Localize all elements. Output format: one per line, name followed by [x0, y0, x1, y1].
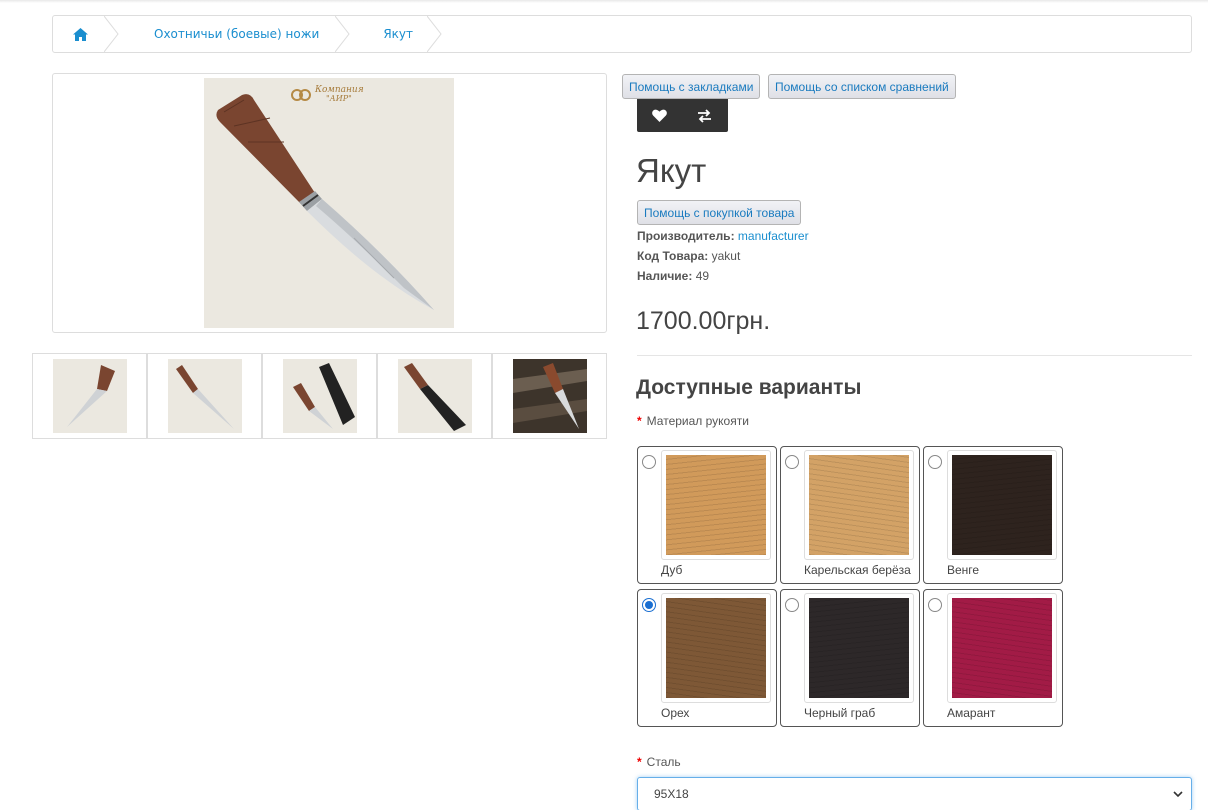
handle-option[interactable]: Амарант	[923, 589, 1063, 727]
option-radio[interactable]	[642, 455, 656, 469]
wood-swatch	[809, 598, 909, 698]
thumbnail-image	[168, 359, 242, 433]
wood-swatch	[666, 598, 766, 698]
steel-label: * Сталь	[637, 755, 681, 769]
required-mark: *	[637, 755, 642, 769]
wood-swatch	[666, 455, 766, 555]
wood-swatch	[809, 455, 909, 555]
product-code-info: Код Товара: yakut	[637, 249, 740, 263]
breadcrumb-separator	[335, 16, 361, 52]
option-label: Венге	[947, 563, 980, 577]
thumbnail-1[interactable]	[32, 353, 147, 439]
thumbnail-3[interactable]	[262, 353, 377, 439]
product-title: Якут	[636, 152, 707, 189]
handle-option[interactable]: Карельская берёза	[780, 446, 920, 584]
option-label: Амарант	[947, 706, 996, 720]
product-price: 1700.00грн.	[636, 307, 771, 335]
main-product-image[interactable]: Компания "АИР"	[52, 73, 607, 333]
manufacturer-label: Производитель:	[637, 229, 735, 243]
option-radio[interactable]	[928, 455, 942, 469]
option-swatch-frame	[661, 450, 771, 560]
handle-option[interactable]: Дуб	[637, 446, 777, 584]
thumbnail-image	[398, 359, 472, 433]
add-to-compare-button[interactable]	[682, 99, 727, 132]
breadcrumb-product[interactable]: Якут	[361, 16, 433, 52]
option-radio[interactable]	[785, 598, 799, 612]
compare-help-button[interactable]: Помощь со списком сравнений	[768, 74, 956, 99]
thumbnail-image	[283, 359, 357, 433]
thumbnail-4[interactable]	[377, 353, 492, 439]
option-swatch-frame	[804, 450, 914, 560]
home-icon	[73, 27, 88, 41]
handle-material-label-text: Материал рукояти	[646, 414, 749, 428]
breadcrumb-separator	[427, 16, 453, 52]
option-label: Орех	[661, 706, 690, 720]
options-title: Доступные варианты	[636, 376, 862, 399]
thumbnail-5[interactable]	[492, 353, 607, 439]
bookmarks-help-button[interactable]: Помощь с закладками	[622, 74, 761, 99]
manufacturer-link[interactable]: manufacturer	[738, 229, 809, 243]
required-mark: *	[637, 414, 642, 428]
heart-icon	[652, 109, 667, 122]
breadcrumb-home[interactable]	[53, 16, 110, 52]
thumbnail-strip	[32, 353, 607, 439]
steel-select[interactable]: 95Х18	[637, 777, 1192, 810]
breadcrumb: Охотничьи (боевые) ножи Якут	[52, 15, 1192, 53]
stock-value: 49	[695, 269, 710, 283]
option-radio[interactable]	[785, 455, 799, 469]
add-to-wishlist-button[interactable]	[637, 99, 682, 132]
steel-selected-value: 95Х18	[654, 787, 689, 801]
purchase-help-button[interactable]: Помощь с покупкой товара	[637, 200, 802, 225]
handle-material-label: * Материал рукояти	[637, 414, 749, 428]
product-code-value: yakut	[711, 249, 741, 263]
thumbnail-image	[513, 359, 587, 433]
chevron-down-icon	[1173, 791, 1183, 798]
option-swatch-frame	[947, 593, 1057, 703]
manufacturer-info: Производитель: manufacturer	[637, 229, 809, 243]
svg-text:"АИР": "АИР"	[326, 94, 352, 103]
option-swatch-frame	[661, 593, 771, 703]
thumbnail-image	[53, 359, 127, 433]
divider	[637, 355, 1192, 356]
option-radio[interactable]	[928, 598, 942, 612]
handle-option[interactable]: Орех	[637, 589, 777, 727]
wood-swatch	[952, 598, 1052, 698]
option-radio[interactable]	[642, 598, 656, 612]
option-swatch-frame	[804, 593, 914, 703]
thumbnail-2[interactable]	[147, 353, 262, 439]
product-code-label: Код Товара:	[637, 249, 709, 263]
breadcrumb-separator	[104, 16, 130, 52]
option-label: Черный граб	[804, 706, 876, 720]
stock-info: Наличие: 49	[637, 269, 709, 283]
product-actions	[637, 99, 728, 132]
wood-swatch	[952, 455, 1052, 555]
handle-option[interactable]: Венге	[923, 446, 1063, 584]
option-label: Дуб	[661, 563, 683, 577]
handle-option[interactable]: Черный граб	[780, 589, 920, 727]
steel-label-text: Сталь	[646, 755, 681, 769]
exchange-icon	[698, 108, 711, 123]
option-label: Карельская берёза	[804, 563, 911, 577]
breadcrumb-category[interactable]: Охотничьи (боевые) ножи	[130, 16, 341, 52]
option-swatch-frame	[947, 450, 1057, 560]
knife-photo: Компания "АИР"	[204, 78, 454, 328]
top-border	[0, 0, 1208, 3]
stock-label: Наличие:	[637, 269, 693, 283]
